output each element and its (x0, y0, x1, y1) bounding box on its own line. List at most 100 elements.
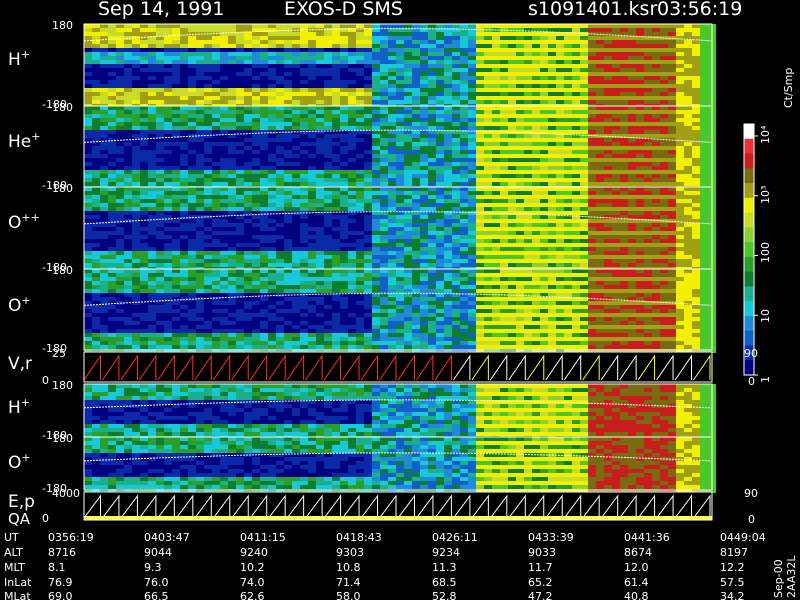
panel-2-cell (652, 130, 660, 134)
panel-3-cell (284, 239, 292, 243)
panel-1-cell (188, 72, 196, 76)
panel-3-cell (364, 227, 372, 231)
panel-3-cell (404, 191, 412, 195)
panel-1-cell (268, 64, 276, 68)
panel-2-cell (628, 134, 636, 138)
panel-3-cell (108, 247, 116, 251)
panel-3-cell (116, 191, 124, 195)
panel-3-cell (204, 247, 212, 251)
panel-3-cell (636, 207, 644, 211)
panel-2-cell (244, 162, 252, 166)
panel-3-cell (540, 255, 548, 259)
panel-1-cell (92, 48, 100, 52)
panel-3-cell (276, 255, 284, 259)
panel-3-cell (556, 223, 564, 227)
panel-2-cell (332, 126, 340, 130)
panel-1-cell (172, 92, 180, 96)
panel-1-cell (156, 72, 164, 76)
panel-2-cell (236, 106, 244, 110)
panel-2-cell (212, 130, 220, 134)
panel-3-cell (140, 255, 148, 259)
panel-2-cell (212, 118, 220, 122)
panel-1-cell (84, 96, 92, 100)
panel-3-cell (276, 207, 284, 211)
panel-1-cell (340, 40, 348, 44)
panel-1-cell (700, 48, 708, 52)
panel-3-cell (364, 199, 372, 203)
panel-2-cell (676, 126, 684, 130)
panel-3-cell (220, 243, 228, 247)
panel-1-cell (244, 60, 252, 64)
panel-2-cell (652, 122, 660, 126)
panel-2-cell (380, 126, 388, 130)
panel-3-cell (612, 231, 620, 235)
panel-3-cell (164, 207, 172, 211)
panel-2-cell (268, 126, 276, 130)
panel-3-cell (684, 255, 692, 259)
panel-1-cell (180, 36, 188, 40)
panel-2-cell (492, 134, 500, 138)
panel-1-cell (348, 96, 356, 100)
panel-3-cell (524, 259, 532, 263)
panel-2-cell (524, 150, 532, 154)
panel-2-cell (548, 142, 556, 146)
panel-1-cell (404, 60, 412, 64)
panel-2-cell (92, 174, 100, 178)
panel-1-cell (180, 96, 188, 100)
panel-3-cell (364, 255, 372, 259)
panel-1-cell (276, 60, 284, 64)
panel-3-cell (164, 247, 172, 251)
panel-2-cell (188, 110, 196, 114)
panel-2-cell (652, 162, 660, 166)
panel-3-cell (284, 263, 292, 267)
panel-3-cell (156, 247, 164, 251)
panel-1-cell (116, 80, 124, 84)
panel-3-cell (620, 259, 628, 263)
panel-1-cell (476, 68, 484, 72)
panel-3-cell (596, 255, 604, 259)
panel-3-cell (100, 243, 108, 247)
panel-2-cell (700, 150, 708, 154)
panel-2-cell (116, 106, 124, 110)
panel-3-cell (404, 219, 412, 223)
panel-3-cell (476, 203, 484, 207)
panel-3-cell (396, 195, 404, 199)
panel-2-cell (492, 182, 500, 186)
panel-1-cell (300, 44, 308, 48)
panel-3-cell (660, 227, 668, 231)
panel-2-cell (204, 166, 212, 170)
panel-1-cell (476, 24, 484, 28)
panel-3-cell (564, 211, 572, 215)
panel-1-cell (316, 32, 324, 36)
panel-3-cell (484, 203, 492, 207)
panel-2-cell (404, 178, 412, 182)
panel-1-cell (220, 84, 228, 88)
panel-1-cell (444, 40, 452, 44)
panel-2-cell (636, 174, 644, 178)
panel-2-cell (516, 106, 524, 110)
panel-3-cell (356, 191, 364, 195)
panel-2-cell (236, 114, 244, 118)
panel-1-cell (252, 52, 260, 56)
panel-3-cell (700, 243, 708, 247)
panel-1-cell (260, 76, 268, 80)
panel-2-cell (284, 138, 292, 142)
panel-2-cell (564, 122, 572, 126)
panel-1-cell (460, 80, 468, 84)
panel-3-cell (516, 239, 524, 243)
panel-2-cell (612, 150, 620, 154)
panel-1-cell (260, 40, 268, 44)
panel-1-cell (540, 52, 548, 56)
panel-3-cell (260, 227, 268, 231)
panel-3-cell (244, 223, 252, 227)
panel-2-cell (700, 126, 708, 130)
panel-2-cell (540, 170, 548, 174)
panel-3-cell (188, 223, 196, 227)
panel-3-cell (92, 247, 100, 251)
panel-3-cell (596, 243, 604, 247)
panel-1-cell (508, 100, 516, 104)
panel-1-cell (612, 100, 620, 104)
panel-1-cell (516, 68, 524, 72)
panel-1-cell (196, 96, 204, 100)
panel-2-cell (580, 154, 588, 158)
